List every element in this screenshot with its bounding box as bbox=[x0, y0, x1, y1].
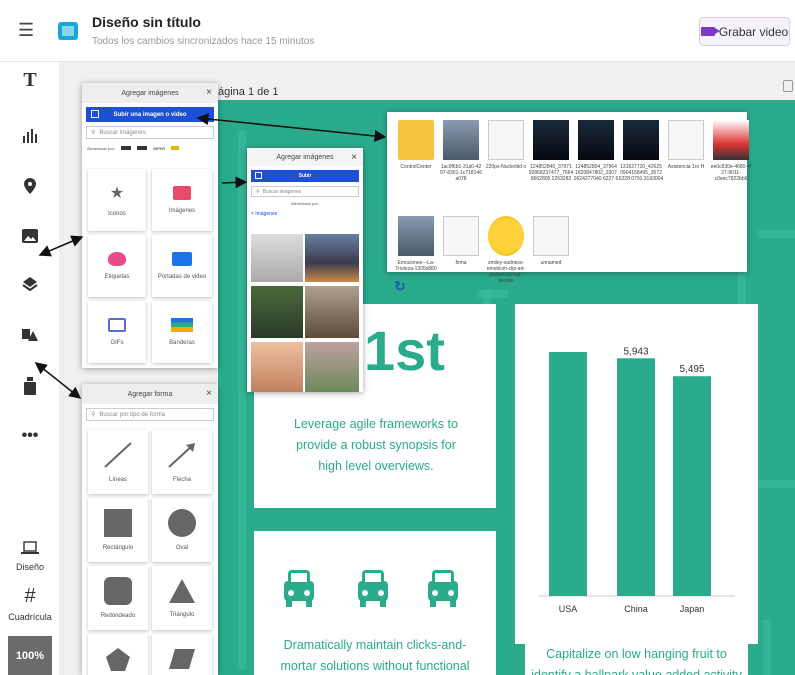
arrow-shape-tool bbox=[34, 362, 82, 399]
arrow-to-small-panel bbox=[221, 176, 248, 189]
arrow-image-tool bbox=[38, 235, 84, 257]
arrow-upload-to-files bbox=[196, 113, 387, 142]
annotation-arrows bbox=[34, 113, 387, 399]
